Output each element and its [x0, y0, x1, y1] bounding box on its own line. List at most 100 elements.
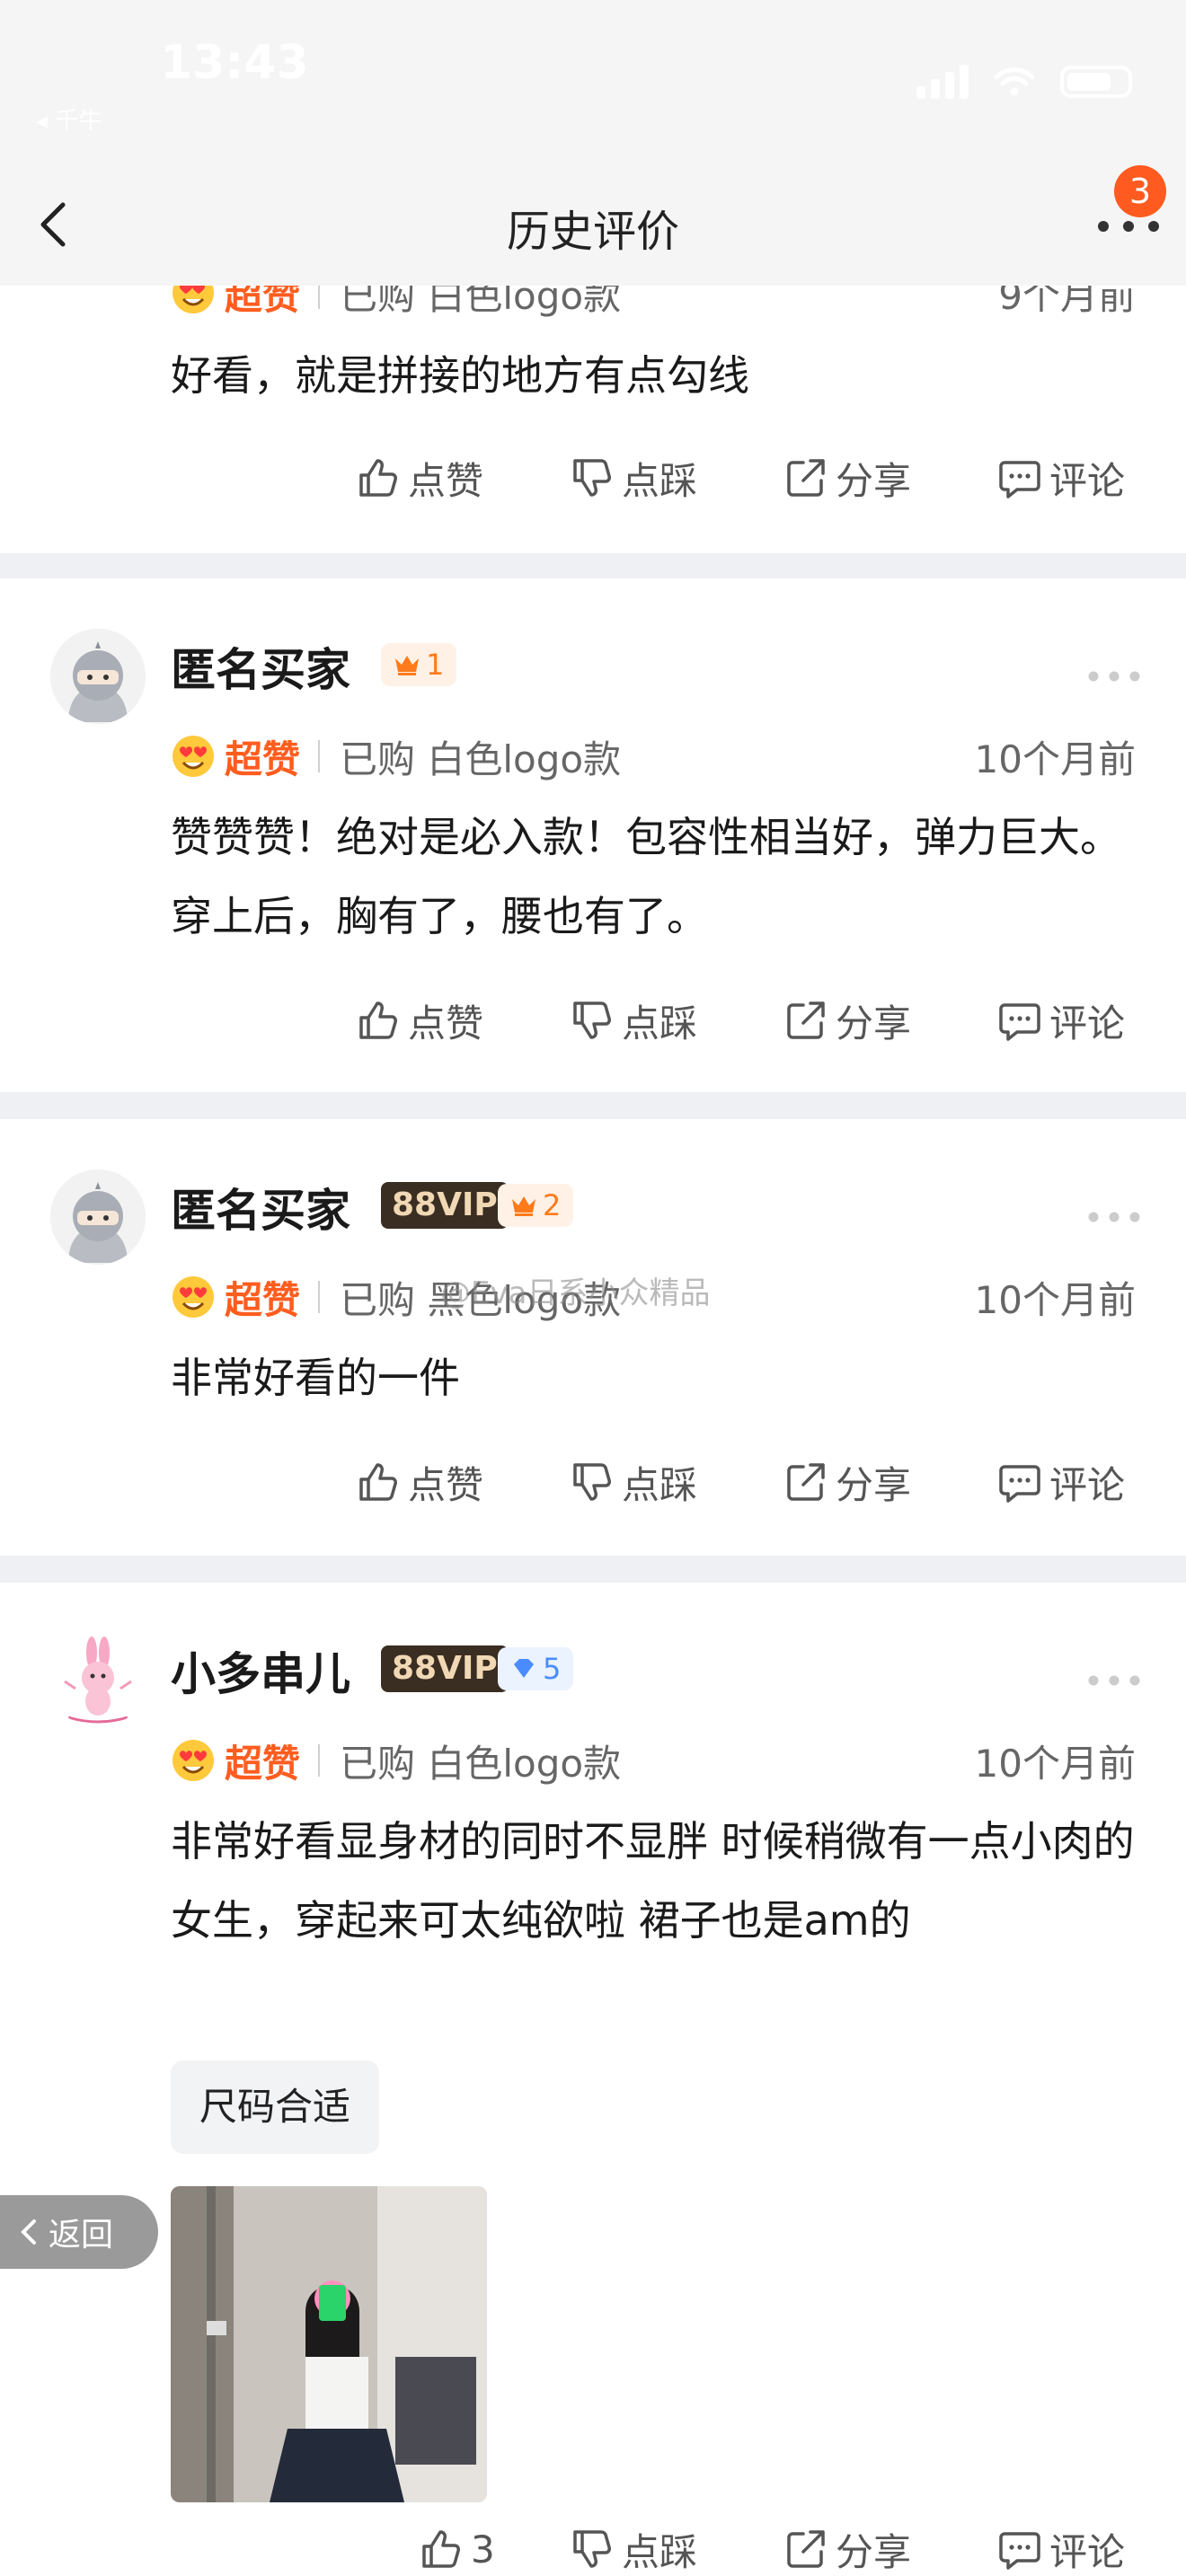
- comment-button[interactable]: 评论: [997, 1455, 1125, 1509]
- review-actions: 点赞 点踩 分享 评论: [0, 1455, 1186, 1509]
- member-level-badge: 1: [381, 643, 457, 686]
- member-level-badge: 2: [498, 1184, 574, 1227]
- watermark: @Eva日系小众精品: [440, 1275, 711, 1311]
- review-text: 非常好看的一件: [171, 1354, 460, 1402]
- dislike-button[interactable]: 点踩: [570, 451, 697, 505]
- review-text: 非常好看显身材的同时不显胖 时候稍微有一点小肉的女生，穿起来可太纯欲啦 裙子也是…: [171, 1817, 1135, 1945]
- dislike-label: 点踩: [622, 458, 698, 503]
- comment-button[interactable]: 评论: [997, 2522, 1125, 2576]
- like-button[interactable]: 点赞: [356, 1455, 483, 1509]
- dislike-label: 点踩: [622, 2529, 698, 2574]
- reviewer-name: 匿名买家: [171, 1185, 350, 1237]
- comment-label: 评论: [1049, 458, 1126, 503]
- comment-label: 评论: [1049, 2529, 1126, 2574]
- comment-label: 评论: [1049, 1001, 1126, 1045]
- 88vip-badge: 88VIP: [381, 1645, 509, 1692]
- review-text: 好看，就是拼接的地方有点勾线: [171, 351, 749, 400]
- mirror-selfie-photo: [171, 2186, 487, 2502]
- dislike-label: 点踩: [622, 1001, 698, 1045]
- member-level-value: 2: [543, 1188, 562, 1222]
- share-label: 分享: [836, 1462, 912, 1507]
- member-level-value: 1: [426, 648, 445, 682]
- chevron-left-icon: [21, 2219, 36, 2245]
- share-button[interactable]: 分享: [783, 993, 911, 1047]
- more-options-icon[interactable]: [1087, 1211, 1141, 1223]
- thumbs-down-icon: [573, 1463, 611, 1501]
- divider: [318, 1744, 321, 1777]
- review-card: 小多串儿 88VIP 5 超赞 已购 白色logo款 10个月前 非常好看显身材…: [0, 1583, 1186, 2576]
- reviewer-name: 小多串儿: [171, 1648, 350, 1700]
- anonymous-ninja-avatar-icon: [50, 629, 146, 724]
- history-reviews-page: 13:43 ◂ 千牛 历史评价 3 超赞 已购 白色logo款 9个月前 好看，…: [0, 0, 1186, 2576]
- heart-eyes-emoji-icon: [173, 736, 214, 777]
- thumbs-down-icon: [573, 2530, 611, 2568]
- rating-label: 超赞: [225, 1277, 301, 1322]
- review-time: 10个月前: [974, 1277, 1136, 1322]
- top-bar: 13:43 ◂ 千牛 历史评价 3: [0, 0, 1186, 286]
- share-icon: [787, 1001, 825, 1039]
- status-icons: [916, 65, 1132, 99]
- comment-icon: [999, 2532, 1040, 2570]
- thumbs-up-icon: [359, 1463, 397, 1501]
- heart-eyes-emoji-icon: [173, 1740, 214, 1781]
- review-actions: 3 点踩 分享 评论: [0, 2522, 1186, 2576]
- thumbs-up-icon: [422, 2530, 460, 2568]
- return-label: 返回: [49, 2217, 114, 2254]
- back-app-label: 千牛: [55, 108, 102, 135]
- like-label: 点赞: [408, 1462, 484, 1507]
- review-card: 匿名买家 1 超赞 已购 白色logo款 10个月前 赞赞赞！绝对是必入款！包容…: [0, 578, 1186, 1092]
- review-card: 匿名买家 88VIP 2 超赞 已购 黑色logo款 10个月前 非常好看的一件: [0, 1119, 1186, 1556]
- like-label: 点赞: [408, 458, 484, 503]
- thumbs-down-icon: [573, 459, 611, 497]
- reviewer-name: 匿名买家: [171, 644, 350, 696]
- avatar[interactable]: [50, 1633, 146, 1728]
- like-label: 点赞: [408, 1001, 484, 1045]
- share-button[interactable]: 分享: [783, 451, 911, 505]
- comment-button[interactable]: 评论: [997, 993, 1125, 1047]
- 88vip-badge: 88VIP: [381, 1182, 509, 1229]
- fit-tag: 尺码合适: [171, 2060, 380, 2154]
- comment-button[interactable]: 评论: [997, 451, 1125, 505]
- comment-icon: [999, 1003, 1040, 1041]
- review-actions: 点赞 点踩 分享 评论: [0, 451, 1186, 505]
- share-icon: [787, 459, 825, 497]
- status-time: 13:43: [160, 36, 309, 90]
- bunny-avatar-icon: [50, 1633, 146, 1728]
- comment-label: 评论: [1049, 1462, 1126, 1507]
- return-button[interactable]: 返回: [0, 2195, 158, 2269]
- signal-icon: [916, 65, 969, 99]
- share-label: 分享: [836, 1001, 912, 1045]
- review-time: 10个月前: [974, 1741, 1136, 1786]
- share-icon: [787, 2530, 825, 2568]
- divider: [318, 740, 321, 772]
- anonymous-ninja-avatar-icon: [50, 1169, 146, 1265]
- review-photo[interactable]: [171, 2186, 487, 2502]
- avatar[interactable]: [50, 1169, 146, 1265]
- dislike-button[interactable]: 点踩: [570, 2522, 697, 2576]
- like-button[interactable]: 点赞: [356, 993, 483, 1047]
- more-options-icon[interactable]: [1087, 1674, 1141, 1687]
- member-level-badge: 5: [498, 1647, 574, 1690]
- like-button[interactable]: 点赞: [356, 451, 483, 505]
- share-button[interactable]: 分享: [783, 2522, 911, 2576]
- purchased-variant: 已购 白色logo款: [340, 737, 622, 781]
- dislike-label: 点踩: [622, 1462, 698, 1507]
- back-to-app-link[interactable]: ◂ 千牛: [36, 102, 102, 136]
- dislike-button[interactable]: 点踩: [570, 993, 697, 1047]
- member-level-value: 5: [543, 1652, 562, 1686]
- review-actions: 点赞 点踩 分享 评论: [0, 993, 1186, 1047]
- share-label: 分享: [836, 2529, 912, 2574]
- avatar[interactable]: [50, 629, 146, 724]
- comment-icon: [999, 1465, 1040, 1503]
- wifi-icon: [994, 67, 1035, 96]
- diamond-icon: [514, 1659, 534, 1678]
- review-time: 10个月前: [974, 737, 1136, 781]
- dislike-button[interactable]: 点踩: [570, 1455, 697, 1509]
- like-count: 3: [471, 2527, 495, 2572]
- share-button[interactable]: 分享: [783, 1455, 911, 1509]
- review-meta: 超赞 已购 白色logo款 10个月前: [171, 1735, 1136, 1786]
- like-button[interactable]: 3: [419, 2522, 495, 2576]
- notification-badge: 3: [1114, 165, 1166, 217]
- more-options-icon[interactable]: [1087, 670, 1141, 683]
- review-text: 赞赞赞！绝对是必入款！包容性相当好，弹力巨大。穿上后，胸有了，腰也有了。: [171, 813, 1121, 940]
